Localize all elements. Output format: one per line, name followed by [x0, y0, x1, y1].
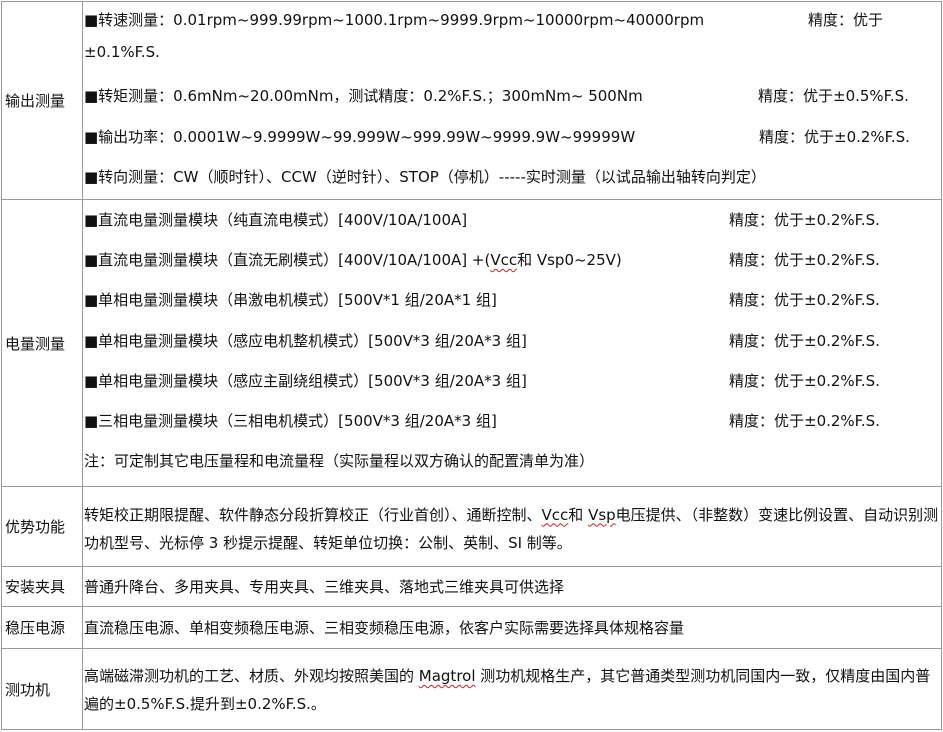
advantage-text-b: 和: [568, 505, 589, 524]
torque-precision: 精度：优于±0.5%F.S.: [758, 87, 909, 105]
vsp-term: Vsp: [588, 505, 616, 524]
power-line-dc-brushless: ■直流电量测量模块（直流无刷模式）[400V/10A/100A] +(Vcc和 …: [84, 249, 622, 270]
vcc-term: Vcc: [541, 505, 569, 524]
power-note: 注：可定制其它电压量程和电流量程（实际量程以双方确认的配置清单为准）: [84, 452, 595, 470]
advantage-cell: 转矩校正期限提醒、软件静态分段折算校正（行业首创）、通断控制、Vcc和 Vsp电…: [82, 486, 942, 567]
dyno-text-a: 高端磁滞测功机的工艺、材质、外观均按照美国的: [84, 667, 419, 685]
advantage-text: 转矩校正期限提醒、软件静态分段折算校正（行业首创）、通断控制、Vcc和 Vsp电…: [83, 497, 941, 557]
fixture-text: 普通升降台、多用夹具、专用夹具、三维夹具、落地式三维夹具可供选择: [82, 566, 942, 607]
magtrol-term: Magtrol: [418, 667, 476, 685]
power-line-single-induction: ■单相电量测量模块（感应电机整机模式）[500V*3 组/20A*3 组]: [84, 332, 527, 350]
speed-text: ■转速测量：0.01rpm~999.99rpm~1000.1rpm~9999.9…: [84, 11, 705, 29]
dyno-text: 高端磁滞测功机的工艺、材质、外观均按照美国的 Magtrol 测功机规格生产，其…: [83, 660, 941, 718]
power-line-three-phase: ■三相电量测量模块（三相电机模式）[500V*3 组/20A*3 组]: [84, 412, 497, 430]
single-series-precision: 精度：优于±0.2%F.S.: [729, 291, 880, 309]
output-line-torque: ■转矩测量：0.6mNm~20.00mNm，测试精度：0.2%F.S.；300m…: [84, 87, 643, 105]
row-regulator: 稳压电源 直流稳压电源、单相变频稳压电源、三相变频稳压电源，依客户实际需要选择具…: [1, 606, 942, 649]
row-dynamometer: 测功机 高端磁滞测功机的工艺、材质、外观均按照美国的 Magtrol 测功机规格…: [1, 648, 942, 730]
power-cell: ■直流电量测量模块（纯直流电模式）[400V/10A/100A] 精度：优于±0…: [82, 199, 942, 487]
advantage-text-a: 转矩校正期限提醒、软件静态分段折算校正（行业首创）、通断控制、: [84, 505, 542, 524]
row-label-fixture: 安装夹具: [1, 566, 83, 607]
row-fixture: 安装夹具 普通升降台、多用夹具、专用夹具、三维夹具、落地式三维夹具可供选择: [1, 566, 942, 607]
spec-table: 输出测量 ■转速测量：0.01rpm~999.99rpm~1000.1rpm~9…: [1, 1, 942, 730]
speed-precision: 精度：优于: [808, 11, 884, 29]
dyno-cell: 高端磁滞测功机的工艺、材质、外观均按照美国的 Magtrol 测功机规格生产，其…: [82, 648, 942, 730]
output-line-speed: ■转速测量：0.01rpm~999.99rpm~1000.1rpm~9999.9…: [84, 9, 704, 30]
power-precision: 精度：优于±0.2%F.S.: [759, 128, 910, 146]
single-winding-precision: 精度：优于±0.2%F.S.: [729, 372, 880, 390]
row-label-regulator: 稳压电源: [1, 606, 83, 649]
power-line-single-winding: ■单相电量测量模块（感应主副绕组模式）[500V*3 组/20A*3 组]: [84, 372, 527, 390]
output-line-speed-cont: ±0.1%F.S.: [84, 43, 160, 61]
regulator-text: 直流稳压电源、单相变频稳压电源、三相变频稳压电源，依客户实际需要选择具体规格容量: [82, 606, 942, 649]
single-induction-precision: 精度：优于±0.2%F.S.: [729, 332, 880, 350]
row-label-power: 电量测量: [1, 199, 83, 487]
dc-brushless-text-a: ■直流电量测量模块（直流无刷模式）[400V/10A/100A] +(: [84, 251, 491, 269]
row-advantages: 优势功能 转矩校正期限提醒、软件静态分段折算校正（行业首创）、通断控制、Vcc和…: [1, 486, 942, 567]
output-line-direction: ■转向测量：CW（顺时针）、CCW（逆时针）、STOP（停机）-----实时测量…: [84, 168, 766, 186]
output-cell: ■转速测量：0.01rpm~999.99rpm~1000.1rpm~9999.9…: [82, 1, 942, 200]
dc-pure-precision: 精度：优于±0.2%F.S.: [729, 211, 880, 229]
row-output-measurement: 输出测量 ■转速测量：0.01rpm~999.99rpm~1000.1rpm~9…: [1, 1, 942, 200]
row-label-output: 输出测量: [1, 1, 83, 200]
power-line-single-series: ■单相电量测量模块（串激电机模式）[500V*1 组/20A*1 组]: [84, 291, 497, 309]
row-power-measurement: 电量测量 ■直流电量测量模块（纯直流电模式）[400V/10A/100A] 精度…: [1, 199, 942, 487]
output-line-power: ■输出功率：0.0001W~9.9999W~99.999W~999.99W~99…: [84, 128, 636, 146]
row-label-advantage: 优势功能: [1, 486, 83, 567]
three-phase-precision: 精度：优于±0.2%F.S.: [729, 412, 880, 430]
dc-brushless-text-b: 和 Vsp0~25V): [517, 251, 622, 269]
row-label-dyno: 测功机: [1, 648, 83, 730]
power-line-dc-pure: ■直流电量测量模块（纯直流电模式）[400V/10A/100A]: [84, 211, 468, 229]
vcc-term: Vcc: [490, 251, 518, 269]
dc-brushless-precision: 精度：优于±0.2%F.S.: [729, 251, 880, 269]
